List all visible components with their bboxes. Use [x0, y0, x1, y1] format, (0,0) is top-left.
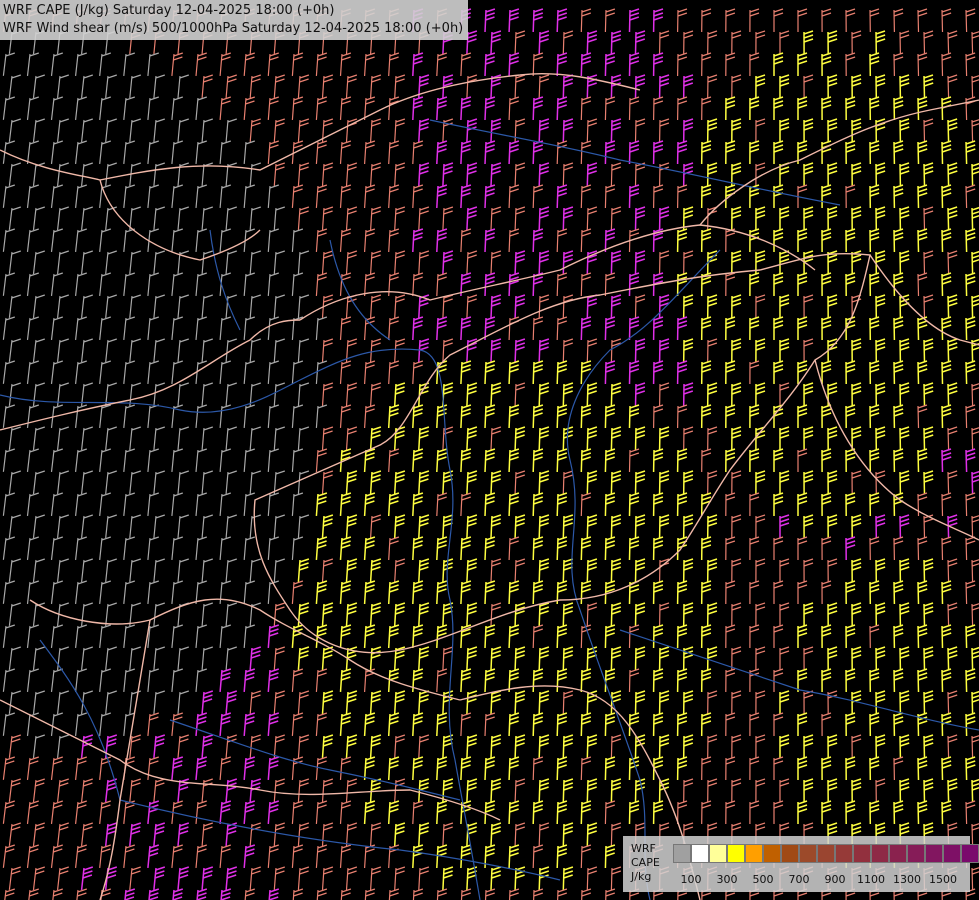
legend-swatch — [943, 844, 961, 863]
legend-swatch — [961, 844, 979, 863]
legend-swatch — [907, 844, 925, 863]
legend-swatch — [781, 844, 799, 863]
legend-swatch — [709, 844, 727, 863]
legend-name-wrf: WRF — [631, 842, 656, 855]
legend-swatch — [673, 844, 691, 863]
legend-swatch — [817, 844, 835, 863]
legend-swatch — [835, 844, 853, 863]
legend-tick-label: 500 — [752, 873, 774, 886]
map-canvas[interactable] — [0, 0, 979, 900]
legend-tick-label: 700 — [788, 873, 810, 886]
map-background — [0, 0, 979, 900]
legend-swatch — [799, 844, 817, 863]
legend-tick-label: 1100 — [857, 873, 885, 886]
legend-tick-label: 1300 — [893, 873, 921, 886]
legend-tick-label: 900 — [824, 873, 846, 886]
legend-tick-label: 1500 — [929, 873, 957, 886]
legend-name-cape: CAPE — [631, 856, 660, 869]
legend-swatch — [745, 844, 763, 863]
legend-swatch — [763, 844, 781, 863]
legend-swatch — [853, 844, 871, 863]
legend-tick-label: 100 — [680, 873, 702, 886]
title-line-wind-shear: WRF Wind shear (m/s) 500/1000hPa Saturda… — [3, 21, 464, 36]
legend-unit: J/kg — [631, 870, 652, 883]
legend-swatch — [691, 844, 709, 863]
legend-swatch — [889, 844, 907, 863]
map-title-box: WRF CAPE (J/kg) Saturday 12-04-2025 18:0… — [0, 0, 469, 40]
cape-legend: WRF CAPE J/kg 100 300 500 700 900 1100 1300 150… — [623, 836, 979, 892]
legend-swatch — [925, 844, 943, 863]
legend-title: WRF CAPE J/kg — [631, 842, 660, 884]
legend-tick-label: 300 — [716, 873, 738, 886]
title-line-cape: WRF CAPE (J/kg) Saturday 12-04-2025 18:0… — [3, 3, 335, 18]
legend-swatch — [727, 844, 745, 863]
legend-swatch — [871, 844, 889, 863]
legend-color-bar — [673, 844, 979, 863]
